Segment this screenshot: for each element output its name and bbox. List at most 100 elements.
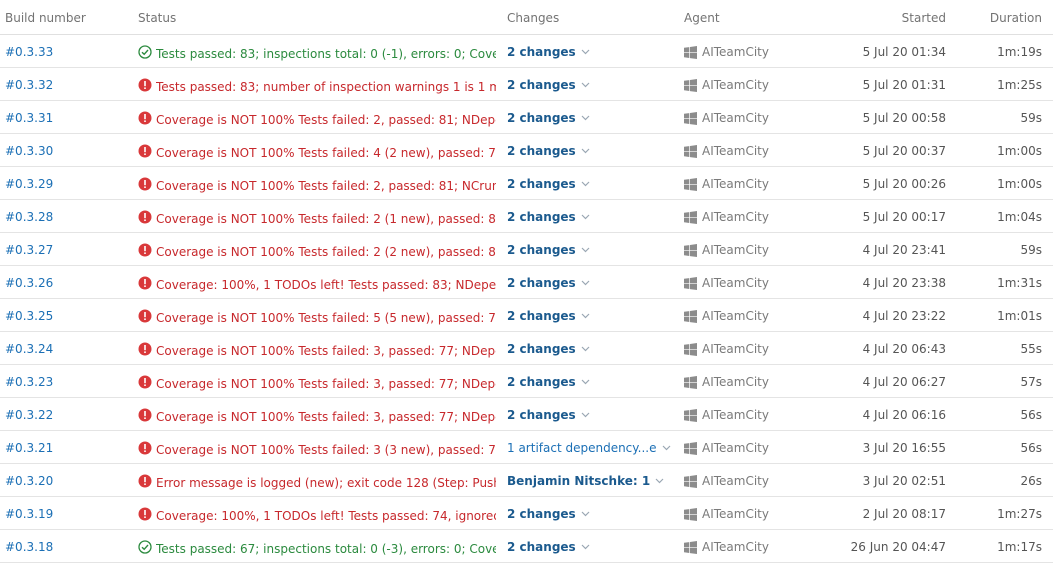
agent-cell[interactable]: AITeamCity bbox=[684, 45, 824, 59]
table-row[interactable]: #0.3.25 Coverage is NOT 100% Tests faile… bbox=[0, 299, 1053, 332]
build-number-link[interactable]: #0.3.22 bbox=[5, 408, 125, 422]
agent-cell[interactable]: AITeamCity bbox=[684, 441, 824, 455]
duration: 1m:01s bbox=[997, 309, 1042, 323]
build-number-link[interactable]: #0.3.20 bbox=[5, 474, 125, 488]
agent-cell[interactable]: AITeamCity bbox=[684, 540, 824, 554]
build-status[interactable]: Tests passed: 67; inspections total: 0 (… bbox=[138, 540, 496, 557]
build-number-link[interactable]: #0.3.26 bbox=[5, 276, 125, 290]
windows-icon bbox=[684, 78, 697, 92]
changes-dropdown[interactable]: 2 changes bbox=[507, 210, 672, 224]
table-row[interactable]: #0.3.19 Coverage: 100%, 1 TODOs left! Te… bbox=[0, 497, 1053, 530]
build-status[interactable]: Coverage is NOT 100% Tests failed: 3, pa… bbox=[138, 342, 496, 359]
changes-dropdown[interactable]: 1 artifact dependency...e bbox=[507, 441, 672, 455]
build-status[interactable]: Coverage is NOT 100% Tests failed: 3, pa… bbox=[138, 375, 496, 392]
build-number-link[interactable]: #0.3.30 bbox=[5, 144, 125, 158]
table-row[interactable]: #0.3.31 Coverage is NOT 100% Tests faile… bbox=[0, 101, 1053, 134]
header-build-number[interactable]: Build number bbox=[5, 11, 125, 25]
build-status[interactable]: Coverage: 100%, 1 TODOs left! Tests pass… bbox=[138, 276, 496, 293]
changes-dropdown[interactable]: 2 changes bbox=[507, 540, 672, 554]
agent-cell[interactable]: AITeamCity bbox=[684, 210, 824, 224]
build-number-link[interactable]: #0.3.19 bbox=[5, 507, 125, 521]
changes-dropdown[interactable]: 2 changes bbox=[507, 45, 672, 59]
agent-cell[interactable]: AITeamCity bbox=[684, 276, 824, 290]
header-changes[interactable]: Changes bbox=[507, 11, 672, 25]
changes-dropdown[interactable]: Benjamin Nitschke: 1 bbox=[507, 474, 672, 488]
table-row[interactable]: #0.3.29 Coverage is NOT 100% Tests faile… bbox=[0, 167, 1053, 200]
table-row[interactable]: #0.3.18 Tests passed: 67; inspections to… bbox=[0, 530, 1053, 563]
changes-dropdown[interactable]: 2 changes bbox=[507, 243, 672, 257]
duration: 1m:00s bbox=[997, 177, 1042, 191]
error-icon bbox=[138, 342, 152, 356]
changes-dropdown[interactable]: 2 changes bbox=[507, 507, 672, 521]
build-status[interactable]: Coverage is NOT 100% Tests failed: 3, pa… bbox=[138, 408, 496, 425]
build-number-link[interactable]: #0.3.27 bbox=[5, 243, 125, 257]
windows-icon bbox=[684, 375, 697, 389]
build-status[interactable]: Coverage is NOT 100% Tests failed: 2, pa… bbox=[138, 177, 496, 194]
header-status[interactable]: Status bbox=[138, 11, 496, 25]
build-status[interactable]: Coverage is NOT 100% Tests failed: 3 (3 … bbox=[138, 441, 496, 458]
build-status[interactable]: Coverage is NOT 100% Tests failed: 4 (2 … bbox=[138, 144, 496, 161]
table-row[interactable]: #0.3.28 Coverage is NOT 100% Tests faile… bbox=[0, 200, 1053, 233]
table-row[interactable]: #0.3.30 Coverage is NOT 100% Tests faile… bbox=[0, 134, 1053, 167]
table-row[interactable]: #0.3.32 Tests passed: 83; number of insp… bbox=[0, 68, 1053, 101]
changes-dropdown[interactable]: 2 changes bbox=[507, 276, 672, 290]
header-agent[interactable]: Agent bbox=[684, 11, 824, 25]
build-status[interactable]: Tests passed: 83; number of inspection w… bbox=[138, 78, 496, 95]
build-number-link[interactable]: #0.3.29 bbox=[5, 177, 125, 191]
agent-name: AITeamCity bbox=[702, 375, 769, 389]
build-number-link[interactable]: #0.3.25 bbox=[5, 309, 125, 323]
build-status[interactable]: Coverage is NOT 100% Tests failed: 5 (5 … bbox=[138, 309, 496, 326]
build-status[interactable]: Coverage is NOT 100% Tests failed: 2 (1 … bbox=[138, 210, 496, 227]
build-status[interactable]: Coverage is NOT 100% Tests failed: 2 (2 … bbox=[138, 243, 496, 260]
agent-cell[interactable]: AITeamCity bbox=[684, 78, 824, 92]
agent-cell[interactable]: AITeamCity bbox=[684, 177, 824, 191]
table-row[interactable]: #0.3.27 Coverage is NOT 100% Tests faile… bbox=[0, 233, 1053, 266]
table-row[interactable]: #0.3.23 Coverage is NOT 100% Tests faile… bbox=[0, 365, 1053, 398]
build-number-link[interactable]: #0.3.32 bbox=[5, 78, 125, 92]
changes-dropdown[interactable]: 2 changes bbox=[507, 375, 672, 389]
status-text: Coverage is NOT 100% Tests failed: 2 (2 … bbox=[156, 244, 496, 259]
changes-dropdown[interactable]: 2 changes bbox=[507, 78, 672, 92]
table-row[interactable]: #0.3.22 Coverage is NOT 100% Tests faile… bbox=[0, 398, 1053, 431]
agent-cell[interactable]: AITeamCity bbox=[684, 408, 824, 422]
agent-cell[interactable]: AITeamCity bbox=[684, 375, 824, 389]
table-row[interactable]: #0.3.26 Coverage: 100%, 1 TODOs left! Te… bbox=[0, 266, 1053, 299]
status-text: Coverage: 100%, 1 TODOs left! Tests pass… bbox=[156, 508, 496, 523]
agent-cell[interactable]: AITeamCity bbox=[684, 342, 824, 356]
table-row[interactable]: #0.3.20 Error message is logged (new); e… bbox=[0, 464, 1053, 497]
build-number-link[interactable]: #0.3.33 bbox=[5, 45, 125, 59]
build-number-link[interactable]: #0.3.21 bbox=[5, 441, 125, 455]
changes-dropdown[interactable]: 2 changes bbox=[507, 342, 672, 356]
build-status[interactable]: Tests passed: 83; inspections total: 0 (… bbox=[138, 45, 496, 62]
build-number-link[interactable]: #0.3.24 bbox=[5, 342, 125, 356]
chevron-down-icon bbox=[581, 511, 590, 517]
build-status[interactable]: Coverage is NOT 100% Tests failed: 2, pa… bbox=[138, 111, 496, 128]
table-row[interactable]: #0.3.24 Coverage is NOT 100% Tests faile… bbox=[0, 332, 1053, 365]
error-icon bbox=[138, 276, 152, 290]
agent-cell[interactable]: AITeamCity bbox=[684, 507, 824, 521]
changes-dropdown[interactable]: 2 changes bbox=[507, 144, 672, 158]
build-number-link[interactable]: #0.3.31 bbox=[5, 111, 125, 125]
build-status[interactable]: Error message is logged (new); exit code… bbox=[138, 474, 496, 491]
duration: 1m:04s bbox=[997, 210, 1042, 224]
status-text: Coverage is NOT 100% Tests failed: 2 (1 … bbox=[156, 211, 496, 226]
table-row[interactable]: #0.3.21 Coverage is NOT 100% Tests faile… bbox=[0, 431, 1053, 464]
agent-cell[interactable]: AITeamCity bbox=[684, 474, 824, 488]
agent-cell[interactable]: AITeamCity bbox=[684, 309, 824, 323]
changes-dropdown[interactable]: 2 changes bbox=[507, 177, 672, 191]
changes-dropdown[interactable]: 2 changes bbox=[507, 309, 672, 323]
build-number-link[interactable]: #0.3.23 bbox=[5, 375, 125, 389]
agent-cell[interactable]: AITeamCity bbox=[684, 144, 824, 158]
build-status[interactable]: Coverage: 100%, 1 TODOs left! Tests pass… bbox=[138, 507, 496, 524]
build-number-link[interactable]: #0.3.28 bbox=[5, 210, 125, 224]
status-icon bbox=[138, 111, 156, 128]
agent-name: AITeamCity bbox=[702, 210, 769, 224]
agent-cell[interactable]: AITeamCity bbox=[684, 111, 824, 125]
build-number-link[interactable]: #0.3.18 bbox=[5, 540, 125, 554]
header-started[interactable]: Started bbox=[902, 11, 946, 25]
changes-dropdown[interactable]: 2 changes bbox=[507, 111, 672, 125]
table-row[interactable]: #0.3.33 Tests passed: 83; inspections to… bbox=[0, 35, 1053, 68]
agent-cell[interactable]: AITeamCity bbox=[684, 243, 824, 257]
changes-dropdown[interactable]: 2 changes bbox=[507, 408, 672, 422]
header-duration[interactable]: Duration bbox=[990, 11, 1042, 25]
